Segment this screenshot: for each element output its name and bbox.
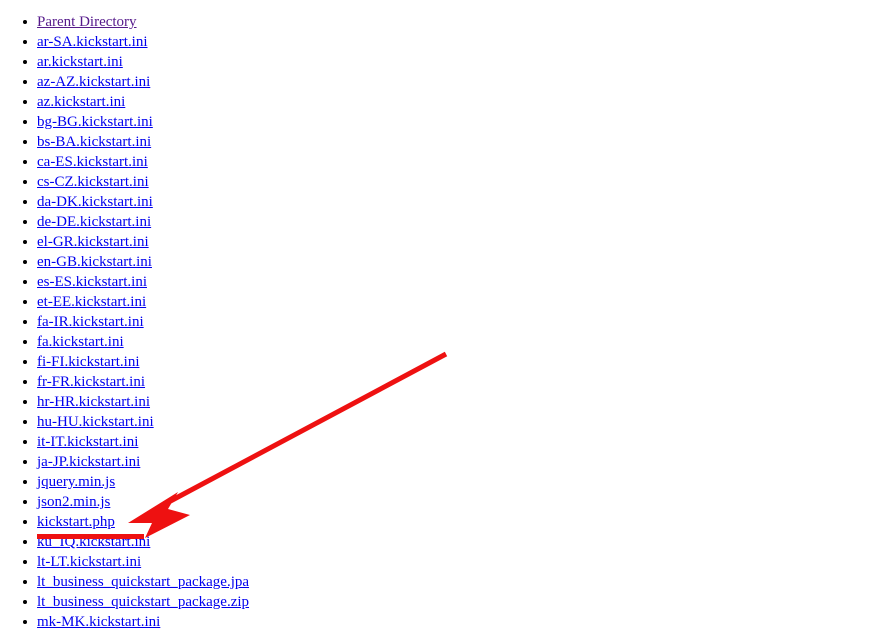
list-item: cs-CZ.kickstart.ini [0,172,249,192]
bullet-icon [23,32,28,52]
list-item: fa.kickstart.ini [0,332,249,352]
directory-entry-link[interactable]: it-IT.kickstart.ini [37,434,138,450]
bullet-icon [23,92,28,112]
list-item: lt_business_quickstart_package.zip [0,592,249,612]
bullet-icon [23,272,28,292]
bullet-icon [23,492,28,512]
directory-entry-link[interactable]: cs-CZ.kickstart.ini [37,174,149,190]
bullet-icon [23,372,28,392]
bullet-icon [23,112,28,132]
bullet-icon [23,232,28,252]
bullet-icon [23,292,28,312]
bullet-icon [23,532,28,552]
directory-entry-link[interactable]: hr-HR.kickstart.ini [37,394,150,410]
list-item: fa-IR.kickstart.ini [0,312,249,332]
list-item: az.kickstart.ini [0,92,249,112]
directory-entry-link[interactable]: lt-LT.kickstart.ini [37,554,141,570]
bullet-icon [23,552,28,572]
list-item: ca-ES.kickstart.ini [0,152,249,172]
directory-entry-link[interactable]: fr-FR.kickstart.ini [37,374,145,390]
bullet-icon [23,512,28,532]
list-item: ar.kickstart.ini [0,52,249,72]
directory-entry-link[interactable]: fa.kickstart.ini [37,334,124,350]
list-item: json2.min.js [0,492,249,512]
list-item: de-DE.kickstart.ini [0,212,249,232]
list-item: fi-FI.kickstart.ini [0,352,249,372]
directory-entry-link[interactable]: es-ES.kickstart.ini [37,274,147,290]
bullet-icon [23,412,28,432]
list-item: jquery.min.js [0,472,249,492]
bullet-icon [23,132,28,152]
bullet-icon [23,72,28,92]
bullet-icon [23,352,28,372]
list-item: hr-HR.kickstart.ini [0,392,249,412]
directory-entry-link[interactable]: hu-HU.kickstart.ini [37,414,154,430]
directory-entry-link[interactable]: et-EE.kickstart.ini [37,294,146,310]
bullet-icon [23,312,28,332]
list-item: az-AZ.kickstart.ini [0,72,249,92]
bullet-icon [23,212,28,232]
list-item: bg-BG.kickstart.ini [0,112,249,132]
list-item: lt_business_quickstart_package.jpa [0,572,249,592]
list-item: hu-HU.kickstart.ini [0,412,249,432]
directory-entry-link[interactable]: en-GB.kickstart.ini [37,254,152,270]
directory-entry-link[interactable]: mk-MK.kickstart.ini [37,614,160,630]
directory-entry-link[interactable]: ca-ES.kickstart.ini [37,154,148,170]
list-item: es-ES.kickstart.ini [0,272,249,292]
bullet-icon [23,332,28,352]
directory-entry-link[interactable]: az-AZ.kickstart.ini [37,74,150,90]
directory-entry-link[interactable]: Parent Directory [37,14,137,30]
bullet-icon [23,152,28,172]
directory-entry-link[interactable]: jquery.min.js [37,474,115,490]
directory-entry-link[interactable]: bg-BG.kickstart.ini [37,114,153,130]
list-item: ar-SA.kickstart.ini [0,32,249,52]
bullet-icon [23,192,28,212]
list-item: el-GR.kickstart.ini [0,232,249,252]
directory-entry-link[interactable]: ar-SA.kickstart.ini [37,34,148,50]
directory-listing: Parent Directory ar-SA.kickstart.ini ar.ki… [0,12,249,632]
list-item: da-DK.kickstart.ini [0,192,249,212]
directory-entry-link[interactable]: lt_business_quickstart_package.zip [37,594,249,610]
bullet-icon [23,252,28,272]
directory-entry-link[interactable]: de-DE.kickstart.ini [37,214,151,230]
directory-entry-link[interactable]: ku_IQ.kickstart.ini [37,534,150,550]
bullet-icon [23,592,28,612]
directory-entry-link[interactable]: az.kickstart.ini [37,94,125,110]
directory-entry-link[interactable]: kickstart.php [37,514,115,530]
directory-entry-link[interactable]: bs-BA.kickstart.ini [37,134,151,150]
bullet-icon [23,432,28,452]
bullet-icon [23,472,28,492]
list-item: en-GB.kickstart.ini [0,252,249,272]
list-item: kickstart.php [0,512,249,532]
directory-entry-link[interactable]: lt_business_quickstart_package.jpa [37,574,249,590]
bullet-icon [23,12,28,32]
directory-entry-link[interactable]: fa-IR.kickstart.ini [37,314,144,330]
list-item: bs-BA.kickstart.ini [0,132,249,152]
list-item: ja-JP.kickstart.ini [0,452,249,472]
list-item: lt-LT.kickstart.ini [0,552,249,572]
list-item: it-IT.kickstart.ini [0,432,249,452]
list-item: mk-MK.kickstart.ini [0,612,249,632]
bullet-icon [23,392,28,412]
directory-entry-link[interactable]: fi-FI.kickstart.ini [37,354,139,370]
bullet-icon [23,572,28,592]
directory-entry-link[interactable]: json2.min.js [37,494,110,510]
directory-entry-link[interactable]: da-DK.kickstart.ini [37,194,153,210]
directory-entry-link[interactable]: ar.kickstart.ini [37,54,123,70]
bullet-icon [23,452,28,472]
bullet-icon [23,172,28,192]
bullet-icon [23,52,28,72]
directory-entry-link[interactable]: ja-JP.kickstart.ini [37,454,140,470]
directory-entry-link[interactable]: el-GR.kickstart.ini [37,234,149,250]
list-item: et-EE.kickstart.ini [0,292,249,312]
list-item: Parent Directory [0,12,249,32]
list-item: fr-FR.kickstart.ini [0,372,249,392]
list-item: ku_IQ.kickstart.ini [0,532,249,552]
bullet-icon [23,612,28,632]
